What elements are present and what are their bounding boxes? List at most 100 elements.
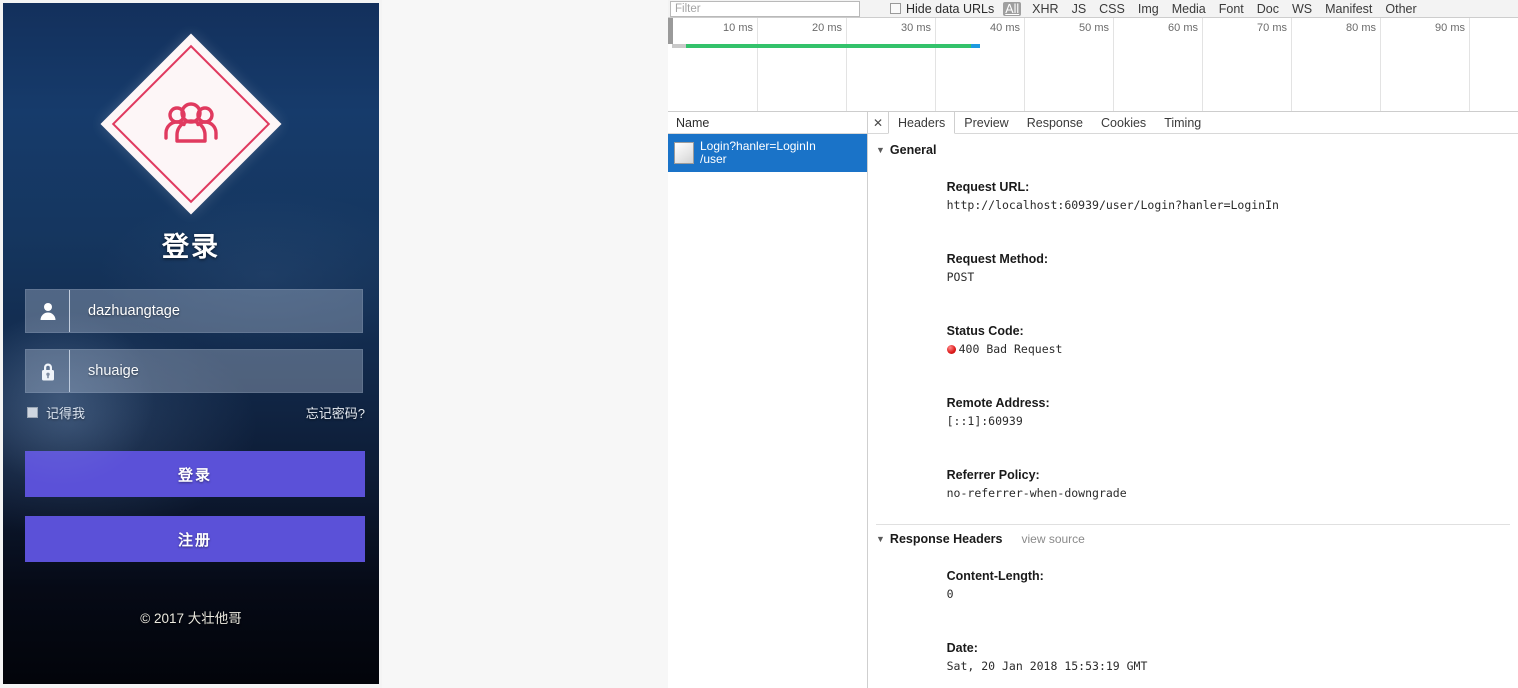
overview-tick: 50 ms xyxy=(1079,22,1113,34)
overview-gridlines: 10 ms 20 ms 30 ms 40 ms 50 ms 60 ms 70 m… xyxy=(668,18,1518,111)
type-filter-font[interactable]: Font xyxy=(1217,2,1246,16)
header-row: Referrer Policy: no-referrer-when-downgr… xyxy=(898,448,1518,520)
network-filter-bar: Hide data URLs All XHR JS CSS Img Media … xyxy=(668,0,1518,18)
request-detail-tabs: ✕ Headers Preview Response Cookies Timin… xyxy=(868,112,1518,134)
close-icon[interactable]: ✕ xyxy=(868,112,888,133)
lock-icon xyxy=(26,350,70,392)
header-row: Request URL: http://localhost:60939/user… xyxy=(898,160,1518,232)
hide-data-urls-label: Hide data URLs xyxy=(906,2,994,16)
overview-range-handle[interactable] xyxy=(668,18,673,44)
remember-me-toggle[interactable]: 记得我 xyxy=(27,403,85,422)
type-filter-js[interactable]: JS xyxy=(1070,2,1089,16)
remember-me-checkbox[interactable] xyxy=(27,407,38,418)
user-icon xyxy=(26,290,70,332)
overview-tick: 20 ms xyxy=(812,22,846,34)
request-name: Login?hanler=LoginIn /user xyxy=(700,140,816,166)
remember-me-label: 记得我 xyxy=(46,403,85,422)
header-row: Remote Address: [::1]:60939 xyxy=(898,376,1518,448)
type-filter-other[interactable]: Other xyxy=(1383,2,1418,16)
hide-data-urls-toggle[interactable]: Hide data URLs xyxy=(890,2,994,16)
header-key: Referrer Policy: xyxy=(947,468,1040,482)
network-content: Name Login?hanler=LoginIn /user ✕ Header… xyxy=(668,112,1518,688)
header-row: Date: Sat, 20 Jan 2018 15:53:19 GMT xyxy=(898,621,1518,688)
header-value: no-referrer-when-downgrade xyxy=(947,486,1127,500)
tab-preview[interactable]: Preview xyxy=(955,112,1017,133)
logo-diamond-inner xyxy=(112,45,270,203)
divider xyxy=(876,524,1510,525)
hide-data-urls-checkbox[interactable] xyxy=(890,3,901,14)
users-group-icon xyxy=(162,102,220,146)
overview-tick: 70 ms xyxy=(1257,22,1291,34)
section-general-header[interactable]: ▼ General xyxy=(876,138,1518,160)
login-card: 登录 xyxy=(3,3,379,684)
login-page-title: 登录 xyxy=(3,225,379,264)
request-list-item[interactable]: Login?hanler=LoginIn /user xyxy=(668,134,867,172)
login-button[interactable]: 登录 xyxy=(25,451,365,497)
username-field[interactable] xyxy=(25,289,363,333)
tab-response[interactable]: Response xyxy=(1018,112,1092,133)
view-source-link-response[interactable]: view source xyxy=(1021,530,1084,548)
type-filter-manifest[interactable]: Manifest xyxy=(1323,2,1374,16)
overview-tick: 90 ms xyxy=(1435,22,1469,34)
forgot-password-link[interactable]: 忘记密码? xyxy=(306,403,365,422)
type-filter-ws[interactable]: WS xyxy=(1290,2,1314,16)
type-filter-img[interactable]: Img xyxy=(1136,2,1161,16)
request-list-header: Name xyxy=(668,112,867,134)
header-value: POST xyxy=(947,270,975,284)
copyright-text: © 2017 大壮他哥 xyxy=(3,607,379,627)
header-row: Status Code: 400 Bad Request xyxy=(898,304,1518,376)
request-detail-panel: ✕ Headers Preview Response Cookies Timin… xyxy=(868,112,1518,688)
overview-request-bar-end xyxy=(971,44,980,48)
logo-diamond xyxy=(100,33,281,214)
header-key: Request Method: xyxy=(947,252,1048,266)
network-overview-timeline[interactable]: 10 ms 20 ms 30 ms 40 ms 50 ms 60 ms 70 m… xyxy=(668,18,1518,112)
section-general-rows: Request URL: http://localhost:60939/user… xyxy=(876,160,1518,520)
header-value: Sat, 20 Jan 2018 15:53:19 GMT xyxy=(947,659,1148,673)
header-key: Date: xyxy=(947,641,978,655)
type-filter-media[interactable]: Media xyxy=(1170,2,1208,16)
type-filter-xhr[interactable]: XHR xyxy=(1030,2,1060,16)
header-row: Request Method: POST xyxy=(898,232,1518,304)
header-key: Content-Length: xyxy=(947,569,1044,583)
status-error-icon xyxy=(947,345,956,354)
header-key: Remote Address: xyxy=(947,396,1050,410)
section-general-title: General xyxy=(890,141,937,159)
overview-tick: 30 ms xyxy=(901,22,935,34)
overview-tick: 40 ms xyxy=(990,22,1024,34)
header-key: Status Code: xyxy=(947,324,1024,338)
overview-request-bar xyxy=(686,44,971,48)
login-options-row: 记得我 忘记密码? xyxy=(27,403,365,422)
username-input[interactable] xyxy=(70,303,362,319)
header-value: 0 xyxy=(947,587,954,601)
screen-root: 登录 xyxy=(0,0,1518,688)
header-row: Content-Length: 0 xyxy=(898,549,1518,621)
type-filter-css[interactable]: CSS xyxy=(1097,2,1127,16)
resource-type-filters: All XHR JS CSS Img Media Font Doc WS Man… xyxy=(1003,2,1418,16)
header-value: http://localhost:60939/user/Login?hanler… xyxy=(947,198,1279,212)
filter-input[interactable] xyxy=(670,1,860,17)
section-response-headers-title: Response Headers xyxy=(890,530,1003,548)
overview-tick: 60 ms xyxy=(1168,22,1202,34)
password-input[interactable] xyxy=(70,363,362,379)
triangle-down-icon: ▼ xyxy=(876,530,885,548)
header-value: [::1]:60939 xyxy=(947,414,1023,428)
section-response-headers-header[interactable]: ▼ Response Headers view source xyxy=(876,527,1518,549)
login-page: 登录 xyxy=(0,0,382,688)
register-button[interactable]: 注册 xyxy=(25,516,365,562)
header-key: Request URL: xyxy=(947,180,1030,194)
request-list-panel: Name Login?hanler=LoginIn /user xyxy=(668,112,868,688)
request-name-line2: /user xyxy=(700,153,816,166)
type-filter-all[interactable]: All xyxy=(1003,2,1021,16)
tab-headers[interactable]: Headers xyxy=(888,112,955,134)
password-field[interactable] xyxy=(25,349,363,393)
header-value: 400 Bad Request xyxy=(959,342,1063,356)
tab-cookies[interactable]: Cookies xyxy=(1092,112,1155,133)
tab-timing[interactable]: Timing xyxy=(1155,112,1210,133)
overview-tick: 80 ms xyxy=(1346,22,1380,34)
triangle-down-icon: ▼ xyxy=(876,141,885,159)
logo-container xyxy=(3,60,379,188)
devtools-network-panel: Hide data URLs All XHR JS CSS Img Media … xyxy=(668,0,1518,688)
headers-body: ▼ General Request URL: http://localhost:… xyxy=(868,134,1518,688)
type-filter-doc[interactable]: Doc xyxy=(1255,2,1281,16)
section-response-headers-rows: Content-Length: 0 Date: Sat, 20 Jan 2018… xyxy=(876,549,1518,688)
